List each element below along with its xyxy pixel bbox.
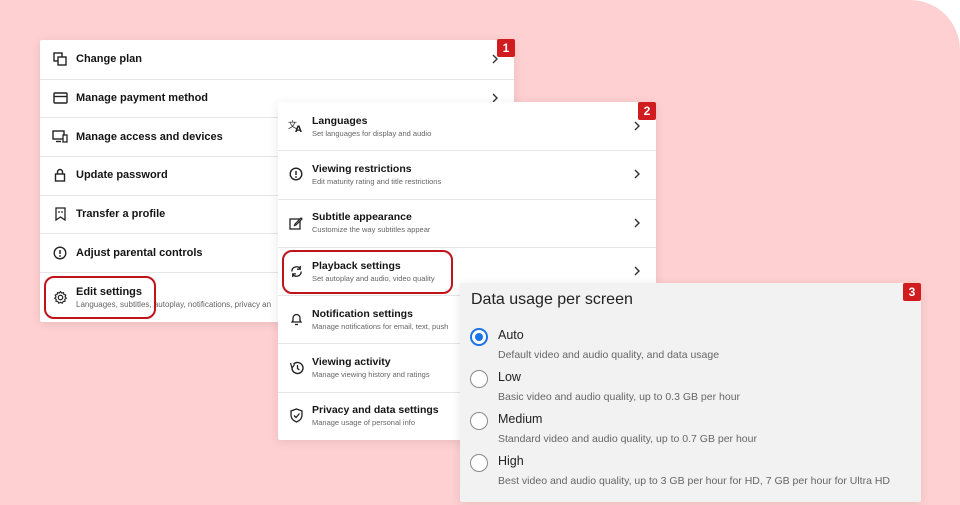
radio-option-low[interactable]: Low Basic video and audio quality, up to…	[470, 370, 911, 410]
chevron-right-icon	[634, 218, 640, 228]
radio-option-high[interactable]: High Best video and audio quality, up to…	[470, 454, 911, 494]
translate-icon: 文A	[287, 117, 305, 135]
svg-text:A: A	[295, 125, 302, 133]
settings-item-subtitle-appearance[interactable]: Subtitle appearance Customize the way su…	[278, 199, 656, 248]
radio-button-selected[interactable]	[470, 328, 488, 346]
chevron-right-icon	[634, 266, 640, 276]
radio-button[interactable]	[470, 454, 488, 472]
lock-icon	[51, 166, 69, 184]
radio-button[interactable]	[470, 412, 488, 430]
gear-icon	[51, 288, 69, 306]
settings-item-viewing-restrictions[interactable]: Viewing restrictions Edit maturity ratin…	[278, 150, 656, 200]
bell-icon	[287, 310, 305, 328]
credit-card-icon	[51, 89, 69, 107]
shield-icon	[287, 407, 305, 425]
data-usage-panel: Data usage per screen Auto Default video…	[460, 283, 921, 502]
devices-icon	[51, 128, 69, 146]
radio-button[interactable]	[470, 370, 488, 388]
data-usage-title: Data usage per screen	[471, 291, 633, 308]
change-plan-icon	[51, 50, 69, 68]
refresh-icon	[287, 262, 305, 280]
chevron-right-icon	[634, 169, 640, 179]
step-badge: 3	[903, 283, 921, 301]
settings-item-languages[interactable]: 文A Languages Set languages for display a…	[278, 102, 656, 152]
step-badge: 1	[497, 39, 515, 57]
alert-circle-icon	[287, 165, 305, 183]
chevron-right-icon	[634, 121, 640, 131]
edit-box-icon	[287, 214, 305, 232]
step-badge: 2	[638, 102, 656, 120]
transfer-profile-icon	[51, 205, 69, 223]
radio-option-auto[interactable]: Auto Default video and audio quality, an…	[470, 328, 911, 368]
menu-item-change-plan[interactable]: Change plan	[40, 40, 514, 80]
parental-controls-icon	[51, 244, 69, 262]
radio-option-medium[interactable]: Medium Standard video and audio quality,…	[470, 412, 911, 452]
history-icon	[287, 359, 305, 377]
